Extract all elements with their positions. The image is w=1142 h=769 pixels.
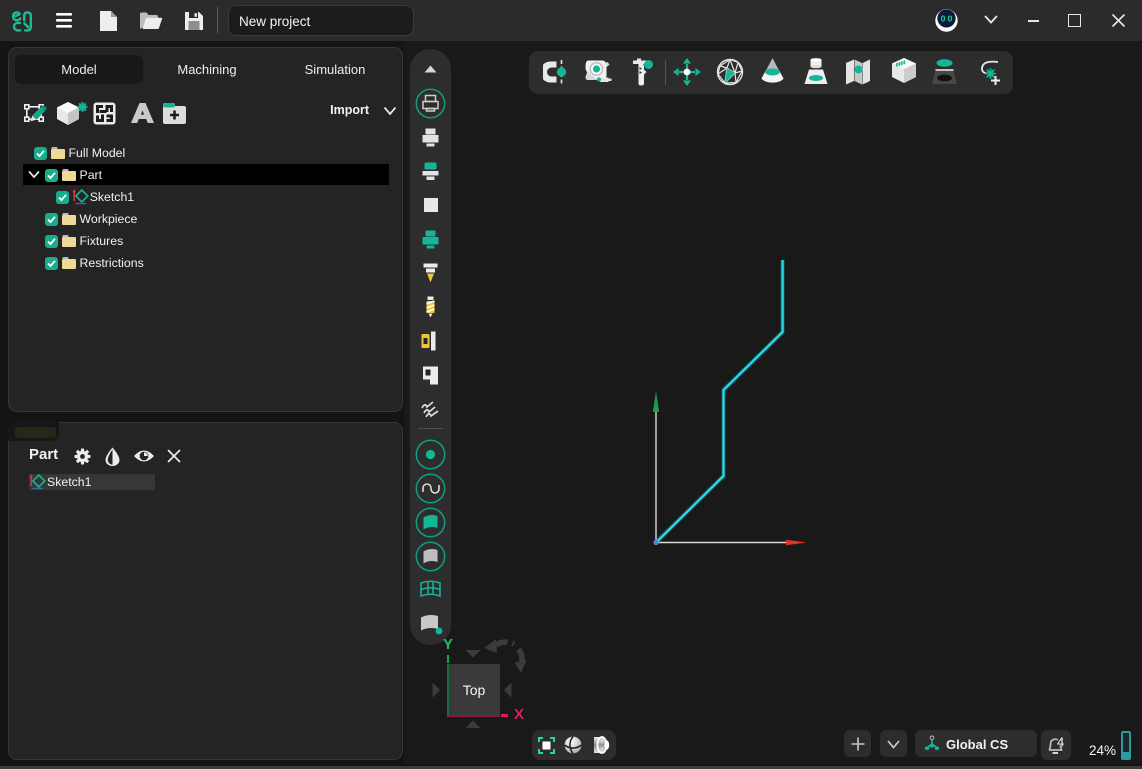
svg-text:4: 4 [1057, 735, 1064, 750]
svg-text:0 0: 0 0 [941, 14, 953, 24]
